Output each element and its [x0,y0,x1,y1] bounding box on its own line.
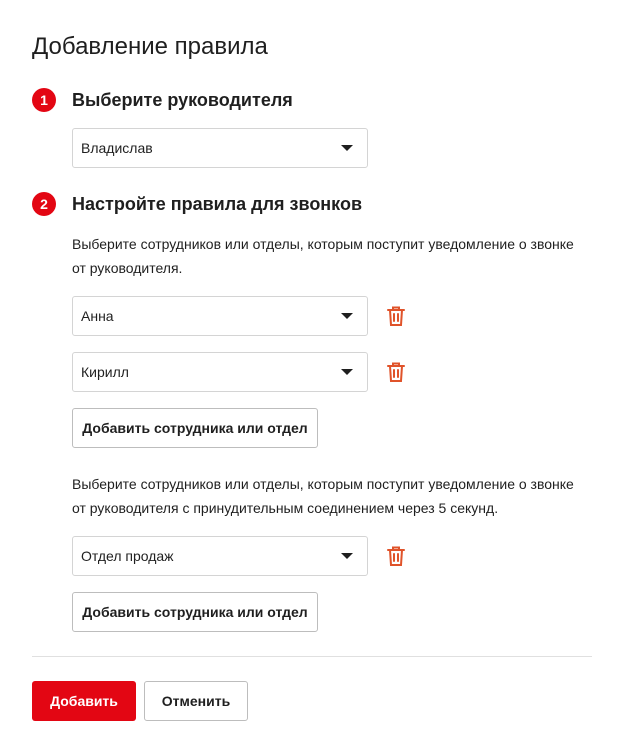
step-2-number: 2 [32,192,56,216]
rule-1-description: Выберите сотрудников или отделы, которым… [72,232,592,280]
rule-1-description-line: Выберите сотрудников или отделы, которым… [72,236,574,252]
caret-down-icon [341,369,353,375]
step-1-title: Выберите руководителя [72,90,293,110]
step-2-title: Настройте правила для звонков [72,194,363,214]
add-employee-button[interactable]: Добавить сотрудника или отдел [72,408,318,448]
employee-select[interactable]: Кирилл [72,352,368,392]
footer-divider [32,656,592,657]
employee-select-value: Отдел продаж [81,548,174,564]
submit-button[interactable]: Добавить [32,681,136,721]
trash-icon[interactable] [386,361,406,383]
manager-select-value: Владислав [81,140,153,156]
trash-icon[interactable] [386,305,406,327]
rule-1-description-line: от руководителя. [72,260,183,276]
employee-select[interactable]: Отдел продаж [72,536,368,576]
caret-down-icon [341,313,353,319]
trash-icon[interactable] [386,545,406,567]
employee-select-value: Кирилл [81,364,129,380]
cancel-button[interactable]: Отменить [144,681,248,721]
employee-select-value: Анна [81,308,114,324]
manager-select[interactable]: Владислав [72,128,368,168]
employee-select[interactable]: Анна [72,296,368,336]
rule-2-description-line: Выберите сотрудников или отделы, которым… [72,476,574,492]
caret-down-icon [341,145,353,151]
step-1-number: 1 [32,88,56,112]
caret-down-icon [341,553,353,559]
page-title: Добавление правила [32,33,268,60]
rule-2-description-line: от руководителя с принудительным соедине… [72,500,499,516]
add-employee-button[interactable]: Добавить сотрудника или отдел [72,592,318,632]
rule-2-description: Выберите сотрудников или отделы, которым… [72,472,592,520]
